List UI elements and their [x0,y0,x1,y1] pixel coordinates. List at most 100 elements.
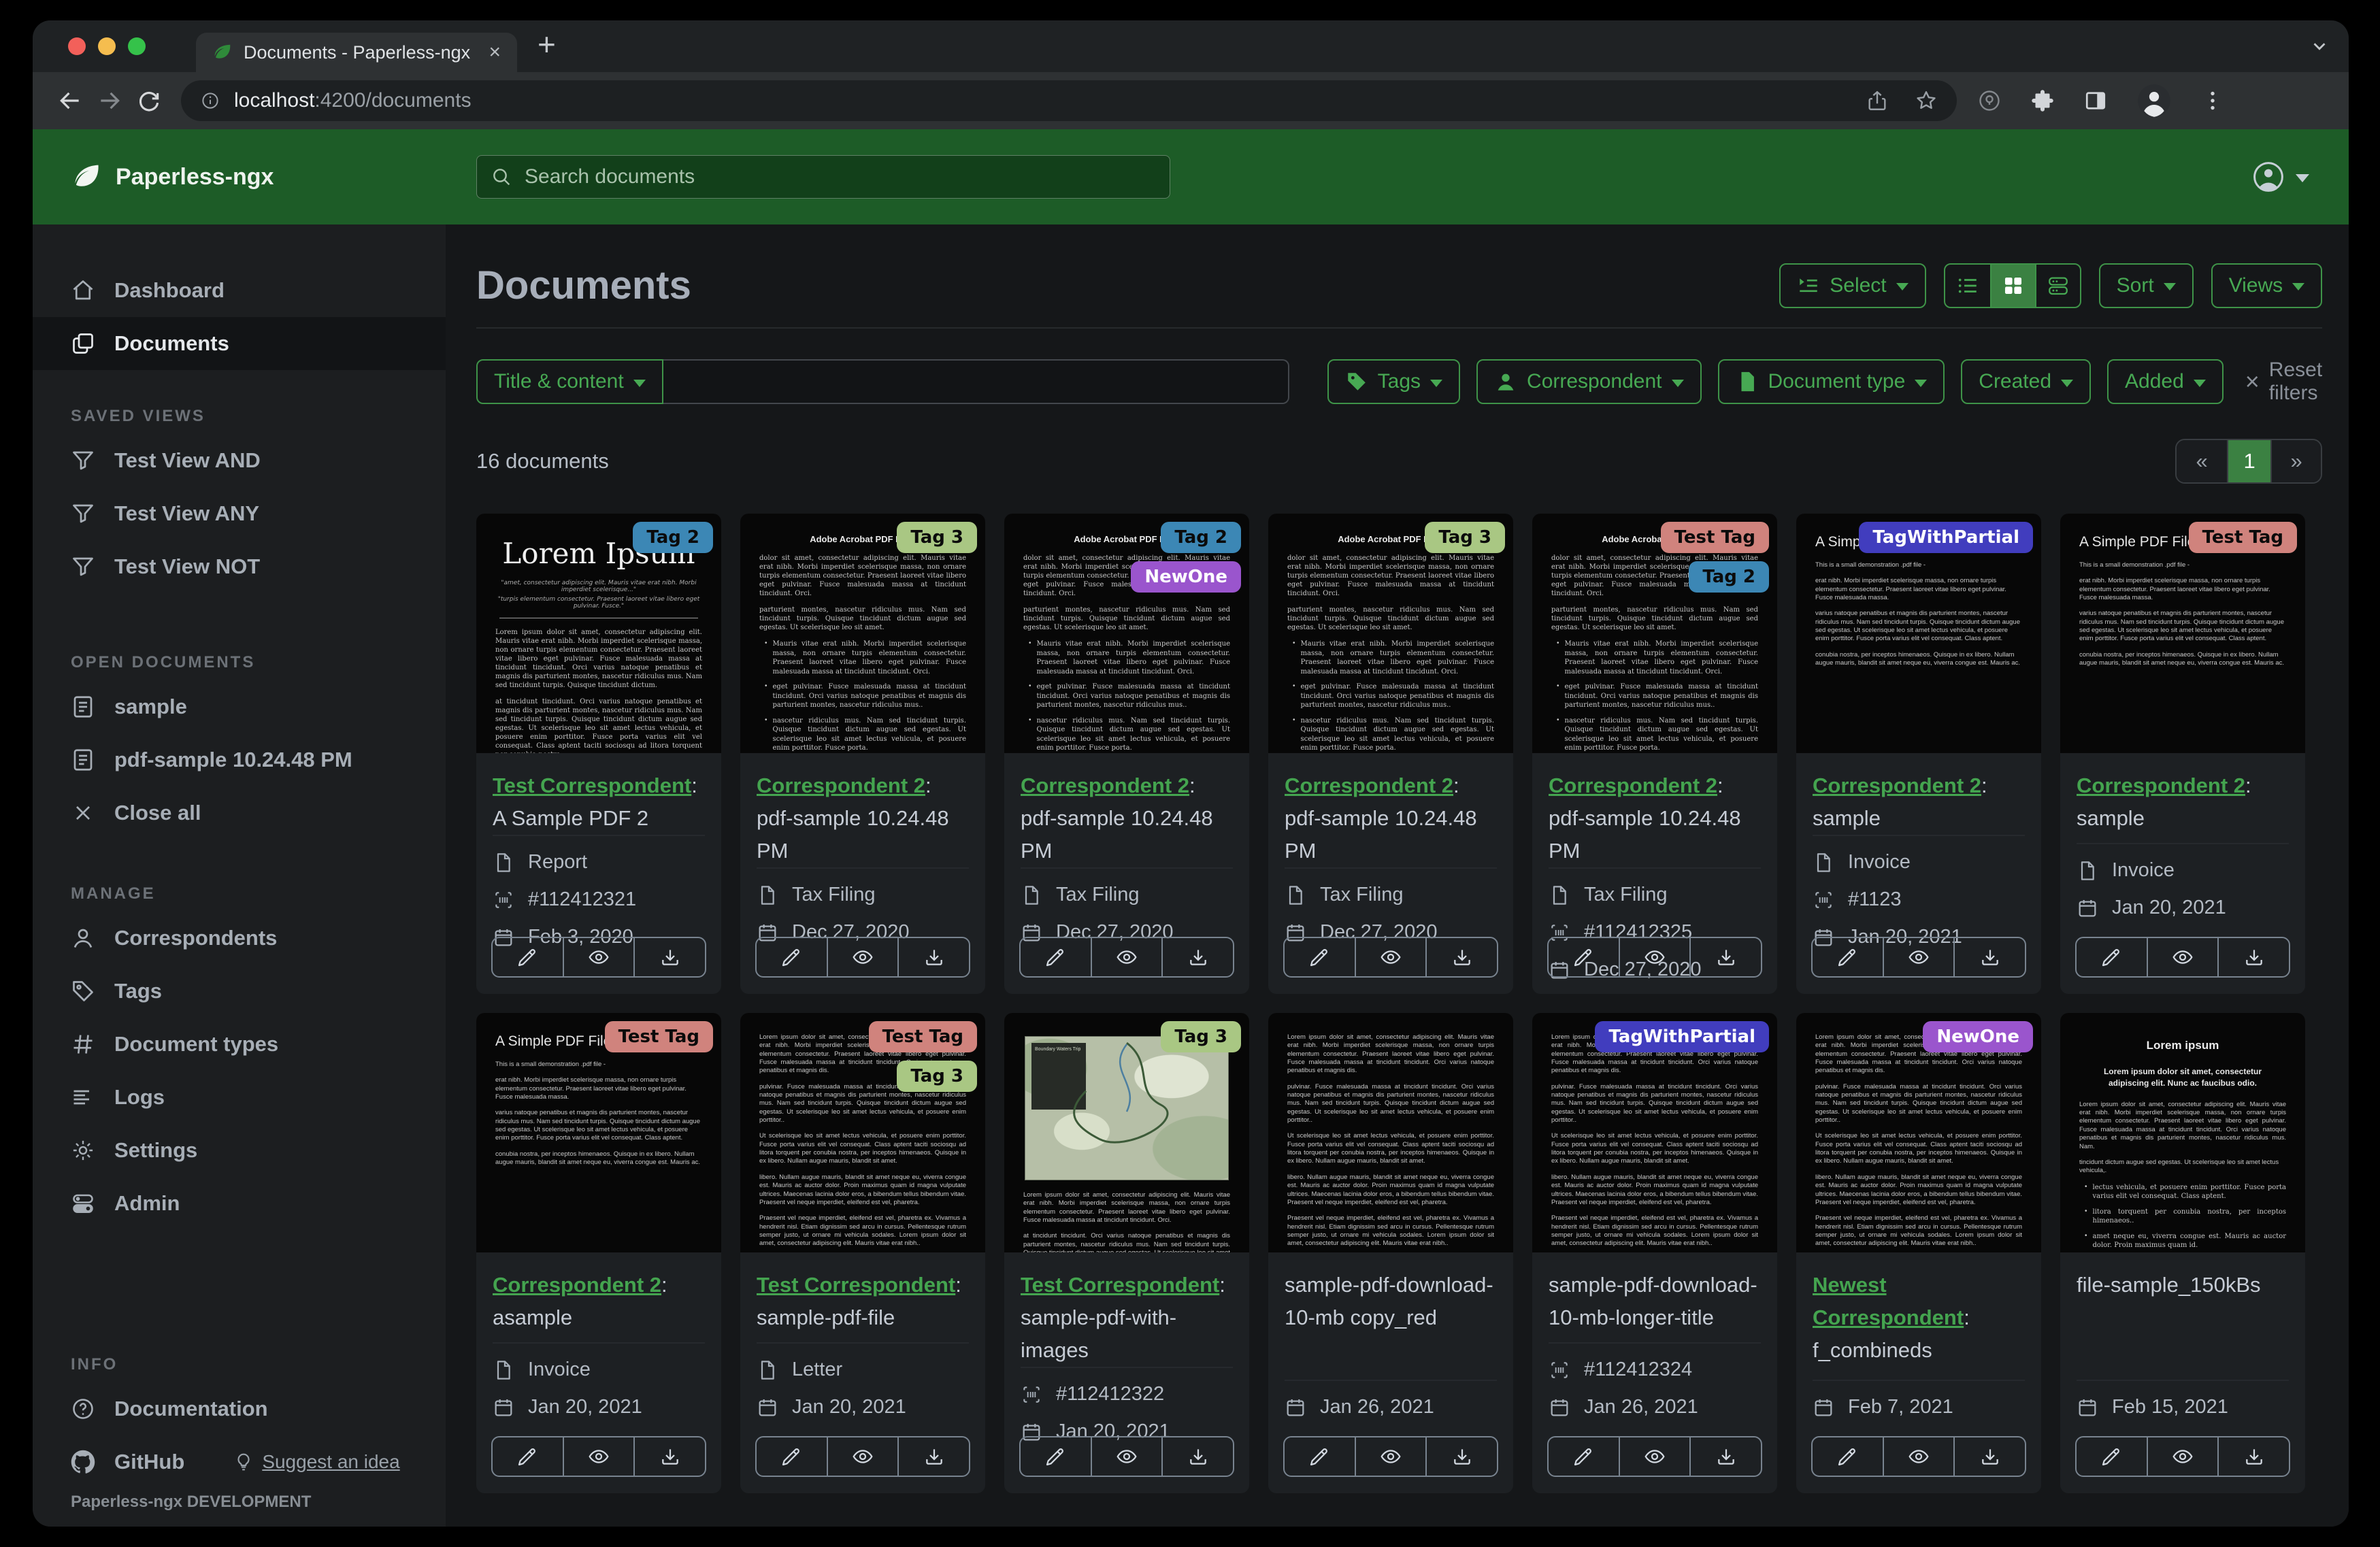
filter-text-input[interactable] [663,359,1289,404]
document-tag[interactable]: Tag 3 [897,1061,977,1092]
sidebar-item-open-doc-pdf-sample[interactable]: pdf-sample 10.24.48 PM [33,733,446,786]
sidebar-item-test-view-and[interactable]: Test View AND [33,434,446,487]
document-thumbnail[interactable]: Lorem ipsum Lorem ipsum dolor sit amet, … [2060,1013,2305,1252]
view-button[interactable] [1618,938,1690,976]
document-thumbnail[interactable]: A Simple PDF File This is a small demons… [476,1013,721,1252]
document-tag[interactable]: NewOne [1923,1021,2033,1052]
download-button[interactable] [1689,938,1761,976]
document-tag[interactable]: Tag 2 [1689,561,1769,593]
document-thumbnail[interactable]: Lorem ipsum dolor sit amet, consectetur … [740,1013,985,1252]
edit-button[interactable] [2077,938,2147,976]
document-thumbnail[interactable]: Adobe Acrobat PDF Files dolor sit amet, c… [1004,514,1249,753]
document-thumbnail[interactable]: Adobe Acrobat PDF Files dolor sit amet, c… [1532,514,1777,753]
correspondent-link[interactable]: Correspondent 2 [1285,774,1453,797]
edit-button[interactable] [1021,1437,1091,1476]
added-filter-button[interactable]: Added [2107,359,2224,404]
document-tag[interactable]: NewOne [1131,561,1241,593]
user-menu[interactable] [2252,161,2309,193]
zoom-window-button[interactable] [128,37,146,55]
menu-dots-icon[interactable] [2200,88,2225,113]
document-tag[interactable]: Test Tag [2188,522,2297,553]
correspondent-link[interactable]: Newest Correspondent [1813,1273,1964,1329]
download-button[interactable] [1425,938,1497,976]
correspondent-link[interactable]: Correspondent 2 [757,774,925,797]
view-button[interactable] [826,1437,898,1476]
document-thumbnail[interactable]: Lorem ipsum dolor sit amet, consectetur … [1268,1013,1513,1252]
sidebar-item-dashboard[interactable]: Dashboard [33,264,446,317]
views-button[interactable]: Views [2211,263,2323,308]
document-thumbnail[interactable]: Adobe Acrobat PDF Files dolor sit amet, c… [1268,514,1513,753]
document-title[interactable]: Correspondent 2: asample [493,1269,705,1334]
download-button[interactable] [1161,938,1233,976]
edit-button[interactable] [493,938,563,976]
global-search[interactable] [476,155,1170,199]
sidebar-item-correspondents[interactable]: Correspondents [33,912,446,965]
reset-filters-button[interactable]: × Reset filters [2245,359,2322,405]
download-button[interactable] [2217,938,2289,976]
reload-button[interactable] [136,88,162,114]
suggest-idea-link[interactable]: Suggest an idea [233,1451,400,1473]
detail-view-button[interactable] [2034,264,2080,307]
view-button[interactable] [1618,1437,1690,1476]
document-title[interactable]: sample-pdf-download-10-mb copy_red [1285,1269,1497,1334]
close-window-button[interactable] [68,37,86,55]
minimize-window-button[interactable] [98,37,116,55]
document-tag[interactable]: Tag 2 [633,522,713,553]
sidebar-item-settings[interactable]: Settings [33,1124,446,1177]
view-button[interactable] [1882,1437,1954,1476]
browser-tab[interactable]: Documents - Paperless-ngx × [196,33,517,72]
edit-button[interactable] [1285,938,1355,976]
sidebar-item-admin[interactable]: Admin [33,1177,446,1230]
view-button[interactable] [562,1437,634,1476]
view-button[interactable] [562,938,634,976]
address-bar[interactable]: localhost:4200/documents [181,80,1957,121]
extensions-puzzle-icon[interactable] [2030,88,2055,113]
page-current-button[interactable]: 1 [2227,440,2271,482]
download-button[interactable] [897,1437,969,1476]
document-title[interactable]: Test Correspondent: sample-pdf-with-imag… [1021,1269,1233,1367]
filter-field-button[interactable]: Title & content [476,359,663,404]
correspondent-link[interactable]: Test Correspondent [1021,1273,1219,1297]
side-panel-icon[interactable] [2083,88,2108,113]
download-button[interactable] [2217,1437,2289,1476]
edit-button[interactable] [757,938,827,976]
download-button[interactable] [897,938,969,976]
correspondent-link[interactable]: Correspondent 2 [2077,774,2245,797]
back-button[interactable] [57,88,83,114]
document-title[interactable]: Correspondent 2: pdf-sample 10.24.48 PM [1285,769,1497,867]
download-button[interactable] [1953,938,2025,976]
view-button[interactable] [2146,938,2218,976]
document-title[interactable]: Correspondent 2: sample [2077,769,2289,835]
page-prev-button[interactable]: « [2177,440,2228,482]
document-thumbnail[interactable]: Lorem ipsum dolor sit amet, consectetur … [1796,1013,2041,1252]
correspondent-filter-button[interactable]: Correspondent [1476,359,1702,404]
document-tag[interactable]: Tag 3 [1161,1021,1241,1052]
document-title[interactable]: file-sample_150kBs [2077,1269,2289,1301]
document-title[interactable]: Correspondent 2: pdf-sample 10.24.48 PM [1549,769,1761,867]
download-button[interactable] [1689,1437,1761,1476]
document-title[interactable]: sample-pdf-download-10-mb-longer-title [1549,1269,1761,1334]
edit-button[interactable] [1549,1437,1619,1476]
correspondent-link[interactable]: Correspondent 2 [1549,774,1717,797]
document-title[interactable]: Correspondent 2: pdf-sample 10.24.48 PM [757,769,969,867]
sidebar-item-documentation[interactable]: Documentation [33,1382,446,1435]
sidebar-item-tags[interactable]: Tags [33,965,446,1018]
search-input[interactable] [525,165,1156,188]
sidebar-item-close-all[interactable]: Close all [33,786,446,839]
document-tag[interactable]: Test Tag [1660,522,1769,553]
document-thumbnail[interactable]: Adobe Acrobat PDF Files dolor sit amet, c… [740,514,985,753]
download-button[interactable] [1161,1437,1233,1476]
document-thumbnail[interactable]: Boundary Waters Trip Lorem ipsum dolor s… [1004,1013,1249,1252]
document-thumbnail[interactable]: Lorem Ipsum "amet, consectetur adipiscin… [476,514,721,753]
edit-button[interactable] [1285,1437,1355,1476]
document-tag[interactable]: TagWithPartial [1859,522,2033,553]
edit-button[interactable] [1021,938,1091,976]
view-button[interactable] [826,938,898,976]
document-thumbnail[interactable]: A Simple PDF File This is a small demons… [2060,514,2305,753]
sidebar-item-documents[interactable]: Documents [33,317,446,370]
app-brand[interactable]: Paperless-ngx [72,162,274,192]
page-next-button[interactable]: » [2270,440,2321,482]
correspondent-link[interactable]: Test Correspondent [757,1273,955,1297]
document-title[interactable]: Newest Correspondent: f_combineds [1813,1269,2025,1367]
sidebar-item-logs[interactable]: Logs [33,1071,446,1124]
